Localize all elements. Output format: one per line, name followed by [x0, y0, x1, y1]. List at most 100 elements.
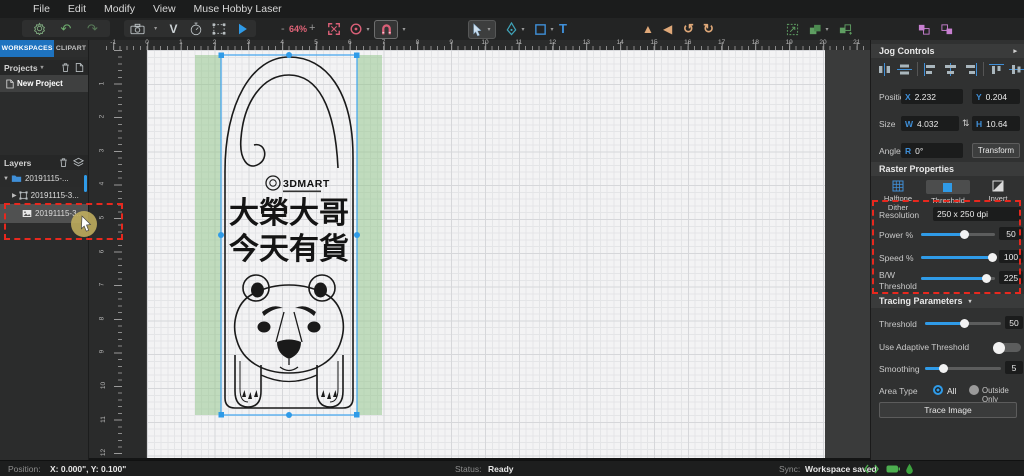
group-objects-icon[interactable]	[806, 21, 824, 37]
focus-tool-icon[interactable]	[347, 21, 365, 37]
group-dropdown-icon[interactable]: ▾	[823, 26, 831, 33]
speed-value[interactable]: 100	[999, 250, 1023, 263]
bear-illustration	[235, 275, 344, 407]
menu-item-view[interactable]: View	[153, 3, 176, 15]
shape-dropdown-icon[interactable]: ▾	[548, 26, 556, 33]
pen-tool-icon[interactable]	[502, 21, 520, 37]
area-all-radio[interactable]	[933, 385, 943, 395]
add-layer-icon[interactable]	[73, 157, 84, 168]
tab-clipart[interactable]: CLIPART	[54, 40, 88, 57]
camera-icon[interactable]	[129, 21, 147, 37]
subtract-nodes-icon[interactable]	[938, 21, 956, 37]
marquee-select-icon[interactable]	[783, 21, 801, 37]
align-right-icon[interactable]	[963, 63, 978, 76]
statusbar-sync-label: Sync:	[779, 464, 800, 474]
flip-vertical-icon[interactable]: ▲	[642, 23, 654, 35]
bw-threshold-slider[interactable]	[921, 277, 995, 280]
menu-item-edit[interactable]: Edit	[68, 3, 86, 15]
menu-item-file[interactable]: File	[33, 3, 50, 15]
menu-item-modify[interactable]: Modify	[104, 3, 135, 15]
snap-magnet-toggle[interactable]	[374, 20, 398, 39]
adaptive-threshold-toggle[interactable]	[995, 343, 1021, 352]
layer-row-vector[interactable]: ▶ 20191115-3...	[0, 187, 88, 204]
fit-view-icon[interactable]	[325, 21, 343, 37]
shape-tool-icon[interactable]	[531, 21, 549, 37]
align-center-icon[interactable]	[943, 63, 958, 76]
trace-threshold-value[interactable]: 50	[1005, 316, 1023, 329]
pen-dropdown-icon[interactable]: ▾	[519, 26, 527, 33]
text-tool-icon[interactable]: T	[559, 21, 567, 36]
delete-project-icon[interactable]	[61, 62, 70, 73]
speed-slider[interactable]	[921, 256, 995, 259]
transform-button[interactable]: Transform	[972, 143, 1020, 158]
smoothing-value[interactable]: 5	[1005, 361, 1023, 374]
design-door-hanger[interactable]: 3DMART 大榮大哥 今天有貨	[185, 45, 390, 425]
bw-threshold-value[interactable]: 225	[999, 271, 1023, 284]
menu-item-muse-hobby-laser[interactable]: Muse Hobby Laser	[194, 3, 282, 15]
aspect-link-icon[interactable]: ⇅	[962, 118, 970, 129]
run-job-play-icon[interactable]	[233, 21, 251, 37]
delete-layer-icon[interactable]	[59, 157, 68, 168]
h-prefix: H	[976, 119, 982, 129]
rotate-cw-icon[interactable]: ↻	[703, 22, 714, 35]
mode-invert[interactable]: Invert	[975, 180, 1021, 203]
position-y-field[interactable]: Y 0.204	[972, 89, 1020, 104]
zoom-out-button[interactable]: -	[281, 24, 285, 35]
weld-nodes-icon[interactable]	[915, 21, 933, 37]
v-ruler-number: 12	[100, 449, 107, 456]
raster-properties-header[interactable]: Raster Properties	[871, 162, 1024, 176]
align-middle-icon[interactable]	[1009, 63, 1024, 76]
trace-threshold-slider[interactable]	[925, 322, 1001, 325]
ungroup-objects-icon[interactable]	[836, 21, 854, 37]
rotate-ccw-icon[interactable]: ↺	[683, 22, 694, 35]
redo-icon[interactable]: ↷	[84, 21, 102, 37]
layer-expand-icon[interactable]: ▼	[3, 176, 9, 182]
resolution-field[interactable]: 250 x 250 dpi	[933, 207, 1021, 221]
power-value[interactable]: 50	[999, 227, 1023, 240]
tracing-collapse-icon[interactable]: ▾	[969, 298, 972, 305]
focus-dropdown-icon[interactable]: ▾	[364, 26, 372, 33]
zoom-in-button[interactable]: +	[309, 23, 315, 34]
size-h-field[interactable]: H 10.64	[972, 116, 1020, 131]
project-item-new-project[interactable]: New Project	[0, 75, 88, 92]
angle-label: Angle	[879, 146, 901, 156]
camera-dropdown-icon[interactable]: ▾	[152, 25, 160, 32]
smoothing-slider[interactable]	[925, 367, 1001, 370]
jog-expand-icon[interactable]: ▸	[1013, 47, 1017, 55]
jog-controls-header[interactable]: Jog Controls ▸	[871, 44, 1024, 58]
projects-collapse-icon[interactable]: ▾	[41, 64, 44, 71]
align-left-icon[interactable]	[923, 63, 938, 76]
flip-horizontal-icon[interactable]: ◀	[663, 23, 672, 35]
layers-scrollbar[interactable]	[84, 175, 87, 192]
tab-workspaces[interactable]: WORKSPACES	[0, 40, 54, 57]
mode-threshold-selected[interactable]: Threshold	[925, 180, 971, 205]
timer-icon[interactable]	[187, 21, 205, 37]
settings-gear-icon[interactable]	[31, 21, 49, 37]
mode-halftone-dither[interactable]: Halftone Dither	[875, 180, 921, 212]
position-x-field[interactable]: X 2.232	[901, 89, 963, 104]
distribute-vertical-icon[interactable]	[897, 63, 912, 76]
align-top-icon[interactable]	[989, 63, 1004, 76]
statusbar-status-value: Ready	[488, 464, 514, 474]
size-w-field[interactable]: W 4.032	[901, 116, 959, 131]
tracing-parameters-header[interactable]: Tracing Parameters ▾	[871, 294, 1024, 308]
trace-image-button[interactable]: Trace Image	[879, 402, 1017, 418]
layer-row-root[interactable]: ▼ 20191115-...	[0, 170, 88, 187]
select-tool-active[interactable]: ▾	[468, 20, 496, 39]
layer-expand-icon[interactable]: ▶	[12, 192, 17, 199]
projects-header: Projects ▾	[0, 60, 88, 75]
power-slider[interactable]	[921, 233, 995, 236]
angle-field[interactable]: R 0°	[901, 143, 963, 158]
v-ruler-number: 6	[98, 249, 105, 253]
new-project-icon[interactable]	[75, 62, 84, 73]
zoom-level[interactable]: 64%	[289, 24, 307, 34]
bw-label-2: Threshold	[879, 281, 917, 291]
frame-trace-icon[interactable]	[210, 21, 228, 37]
project-item-label: New Project	[17, 79, 63, 88]
undo-icon[interactable]: ↶	[57, 21, 75, 37]
distribute-horizontal-icon[interactable]	[877, 63, 892, 76]
area-outside-radio[interactable]	[969, 385, 979, 395]
vector-tool-icon[interactable]: V	[165, 21, 183, 37]
select-dropdown-icon[interactable]: ▾	[485, 26, 493, 33]
snap-dropdown-icon[interactable]: ▾	[400, 26, 408, 33]
